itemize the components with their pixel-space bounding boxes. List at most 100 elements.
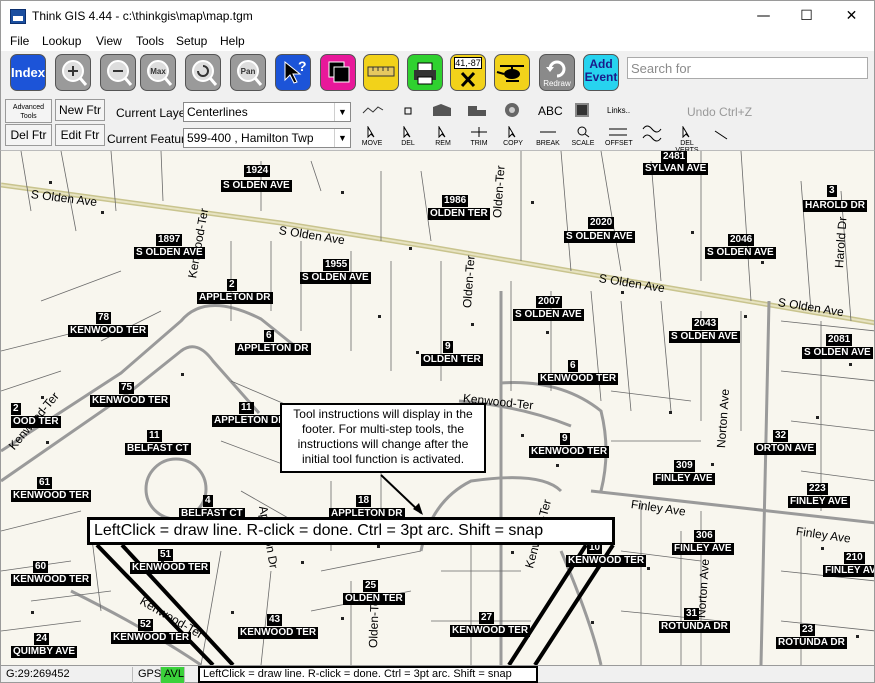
goto-coords-button[interactable]: 41,-87 — [450, 54, 486, 91]
links-button[interactable]: Links.. — [607, 106, 630, 115]
chevron-down-icon: ▼ — [334, 103, 350, 121]
parcel-street-label: S OLDEN AVE — [300, 272, 371, 284]
add-event-button[interactable]: Add Event — [583, 54, 619, 91]
zoom-previous-button[interactable] — [185, 54, 221, 91]
parcel-number-label: 210 — [844, 552, 865, 564]
print-button[interactable] — [407, 54, 443, 91]
new-feature-button[interactable]: New Ftr — [55, 99, 105, 121]
menu-view[interactable]: View — [96, 34, 122, 48]
break-tool[interactable]: BREAK — [535, 126, 561, 147]
title-bar: Think GIS 4.44 - c:\thinkgis\map\map.tgm… — [0, 0, 875, 31]
crosshair-icon — [460, 71, 476, 88]
footer-instructions: LeftClick = draw line. R-click = done. C… — [198, 666, 538, 683]
parcel-street-label: S OLDEN AVE — [513, 309, 584, 321]
draw-polygon-icon[interactable] — [431, 102, 453, 118]
draw-rectangle-icon[interactable] — [466, 102, 488, 118]
ruler-icon — [367, 66, 395, 77]
delete-feature-button[interactable]: Del Ftr — [5, 124, 52, 146]
trim-tool[interactable]: TRIM — [466, 126, 492, 147]
chevron-down-icon: ▼ — [334, 129, 350, 147]
parcel-number-label: 52 — [138, 619, 154, 631]
redraw-button[interactable]: Redraw — [539, 54, 575, 91]
parcel-street-label: KENWOOD TER — [566, 555, 647, 567]
text-tool-button[interactable]: ABC — [538, 104, 563, 118]
close-button[interactable]: ✕ — [829, 1, 874, 31]
window-title: Think GIS 4.44 - c:\thinkgis\map\map.tgm — [32, 9, 253, 23]
measure-button[interactable] — [363, 54, 399, 91]
avl-indicator[interactable]: AVL — [161, 667, 185, 683]
advanced-tools-button[interactable]: Advanced Tools — [5, 99, 52, 123]
parcel-street-label: APPLETON DR — [197, 292, 273, 304]
avl-button[interactable] — [494, 54, 530, 91]
parcel-number-label: 18 — [356, 495, 372, 507]
draw-line-icon[interactable] — [361, 104, 385, 116]
identify-cursor-icon: ? — [284, 58, 307, 84]
parcel-number-label: 2 — [11, 403, 21, 415]
parcel-number-label: 32 — [773, 430, 789, 442]
menu-file[interactable]: File — [10, 34, 29, 48]
menu-lookup[interactable]: Lookup — [42, 34, 81, 48]
offset-tool[interactable]: OFFSET — [605, 126, 633, 147]
move-tool[interactable]: MOVE — [359, 125, 385, 147]
pan-button[interactable]: Pan — [230, 54, 266, 91]
zoom-out-icon — [107, 60, 133, 86]
parcel-number-label: 309 — [674, 460, 695, 472]
current-feature-select[interactable]: 599-400 , Hamilton Twp ▼ — [183, 128, 351, 148]
menu-tools[interactable]: Tools — [136, 34, 164, 48]
edit-feature-button[interactable]: Edit Ftr — [55, 124, 105, 146]
delete-vertices-tool[interactable]: DEL VERTS — [673, 125, 701, 154]
parcel-street-label: S OLDEN AVE — [802, 347, 873, 359]
menu-setup[interactable]: Setup — [176, 34, 207, 48]
current-layer-select[interactable]: Centerlines ▼ — [183, 102, 351, 122]
scale-tool[interactable]: SCALE — [570, 126, 596, 147]
search-input[interactable]: Search for — [627, 57, 868, 79]
cursor-arrow-icon — [403, 125, 411, 139]
parcel-street-label: KENWOOD TER — [90, 395, 171, 407]
menu-help[interactable]: Help — [220, 34, 245, 48]
parcel-street-label: SYLVAN AVE — [643, 163, 709, 175]
parcel-street-label: S OLDEN AVE — [564, 231, 635, 243]
tool-instructions-callout: Tool instructions will display in the fo… — [280, 403, 486, 473]
kenwood-ter-roads — [1, 304, 608, 665]
wave-icon — [642, 125, 662, 142]
layers-icon — [328, 61, 350, 83]
maximize-button[interactable]: ☐ — [784, 1, 829, 31]
zoom-previous-icon — [192, 60, 218, 86]
parcel-street-label: S OLDEN AVE — [134, 247, 205, 259]
index-button[interactable]: Index — [10, 54, 46, 91]
parcel-street-label: APPLETON DR — [235, 343, 311, 355]
zoom-in-button[interactable] — [55, 54, 91, 91]
map-canvas[interactable]: S Olden Ave S Olden Ave S Olden Ave S Ol… — [0, 151, 875, 665]
image-tool-icon[interactable] — [573, 101, 591, 119]
parcel-street-label: KENWOOD TER — [238, 627, 319, 639]
parcel-street-label: FINLEY AVE — [823, 565, 874, 577]
parcel-number-label: 60 — [33, 561, 49, 573]
parcel-street-label: ROTUNDA DR — [659, 621, 730, 633]
gps-indicator[interactable]: GPS — [135, 667, 161, 683]
remove-tool[interactable]: REM — [430, 125, 456, 147]
parcel-street-label: OOD TER — [11, 416, 61, 428]
layers-button[interactable] — [320, 54, 356, 91]
parcel-number-label: 11 — [239, 402, 254, 414]
parcel-street-label: BELFAST CT — [125, 443, 191, 455]
delete-tool[interactable]: DEL — [395, 125, 421, 147]
draw-point-icon[interactable] — [401, 105, 415, 117]
magnifier-icon — [577, 126, 590, 138]
parcel-number-label: 75 — [119, 382, 135, 394]
smooth-tool[interactable] — [639, 122, 665, 146]
copy-tool[interactable]: COPY — [500, 125, 526, 147]
parcel-number-label: 6 — [568, 360, 578, 372]
parcel-street-label: S OLDEN AVE — [705, 247, 776, 259]
extend-line-icon[interactable] — [713, 128, 731, 142]
draw-circle-icon[interactable] — [503, 101, 521, 119]
parcel-number-label: 1897 — [156, 234, 183, 246]
identify-button[interactable]: ? — [275, 54, 311, 91]
minimize-button[interactable]: — — [741, 1, 786, 31]
parcel-number-label: 2481 — [661, 151, 688, 163]
parcel-street-label: S OLDEN AVE — [221, 180, 292, 192]
zoom-max-button[interactable]: Max — [140, 54, 176, 91]
zoom-out-button[interactable] — [100, 54, 136, 91]
undo-button[interactable]: Undo Ctrl+Z — [687, 105, 752, 119]
printer-icon — [414, 62, 436, 85]
parcel-number-label: 61 — [37, 477, 53, 489]
